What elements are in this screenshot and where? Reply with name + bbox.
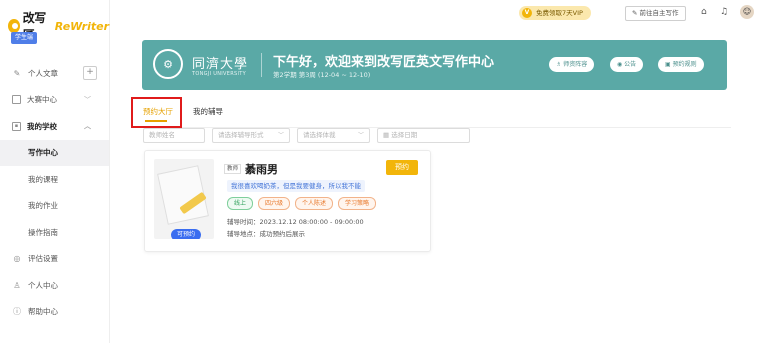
faculty-button[interactable]: ♗ 师资阵容	[549, 57, 595, 72]
trophy-icon	[12, 95, 21, 105]
sidebar-item-guide[interactable]: 操作指南	[0, 219, 109, 246]
sidebar-item-help[interactable]: ⓘ 帮助中心	[0, 299, 109, 326]
tutor-card-image: 可预约	[154, 159, 214, 239]
vip-button[interactable]: V 免费领取7天VIP	[519, 6, 591, 20]
pen-icon: ✎	[13, 68, 21, 78]
logo-icon	[8, 19, 20, 33]
settings-icon: ◎	[13, 254, 21, 264]
banner-divider	[261, 53, 262, 77]
logo-text-en: ReWriter	[54, 19, 109, 33]
sidebar-item-label: 我的课程	[28, 174, 58, 184]
tab-my-tutoring[interactable]: 我的辅导	[193, 106, 223, 117]
self-writing-label: 前往自主写作	[639, 9, 679, 17]
sidebar-item-my-homework[interactable]: 我的作业	[0, 193, 109, 220]
avatar[interactable]: ☺	[740, 5, 754, 19]
chevron-down-icon: ﹀	[357, 132, 364, 139]
announcement-button[interactable]: ◉ 公告	[610, 57, 644, 72]
sidebar-item-articles[interactable]: ✎ 个人文章 +	[0, 60, 109, 87]
sidebar-item-writing-center[interactable]: 写作中心	[0, 139, 109, 166]
sidebar-nav: ✎ 个人文章 + 大赛中心 ﹀ ▪ 我的学校 ︿ 写作中心 我的课程 我的作业 …	[0, 60, 109, 325]
booking-rules-button-label: 预约规则	[672, 61, 697, 68]
chevron-down-icon: ﹀	[277, 132, 284, 139]
chevron-up-icon: ︿	[84, 122, 91, 131]
teacher-label: 教师	[224, 164, 242, 174]
teacher-name-placeholder: 教师姓名	[149, 131, 175, 139]
bell-icon[interactable]: ♫	[720, 7, 728, 17]
sidebar-item-settings[interactable]: ◎ 评估设置	[0, 246, 109, 273]
tag-online: 线上	[227, 197, 254, 210]
tag-study-strategy: 学习策略	[338, 197, 377, 210]
booking-rules-button[interactable]: ▣ 预约规则	[658, 57, 704, 72]
date-picker[interactable]: ▦ 选择日期	[377, 128, 470, 143]
category-select[interactable]: 请选择体裁 ﹀	[297, 128, 370, 143]
sidebar-item-label: 评估设置	[28, 254, 58, 264]
home-icon[interactable]: ⌂	[701, 7, 707, 17]
calendar-icon: ▦	[383, 131, 392, 139]
sidebar-item-label: 帮助中心	[28, 307, 58, 317]
book-button[interactable]: 预约	[386, 160, 418, 175]
sidebar-item-label: 写作中心	[28, 148, 58, 158]
category-placeholder: 请选择体裁	[303, 131, 336, 139]
sidebar: 改写匠 ReWriter 学生端 ✎ 个人文章 + 大赛中心 ﹀ ▪ 我的学校 …	[0, 0, 110, 343]
sidebar-item-label: 个人文章	[28, 68, 58, 78]
add-article-button[interactable]: +	[83, 66, 97, 81]
teacher-name: 綦雨男	[245, 163, 278, 176]
chevron-down-icon: ﹀	[84, 95, 91, 104]
help-icon: ⓘ	[13, 307, 21, 317]
welcome-banner: ⚙ 同濟大學 TONGJI UNIVERSITY 下午好，欢迎来到改写匠英文写作…	[142, 40, 727, 90]
announcement-button-label: 公告	[624, 61, 637, 68]
faculty-button-label: 师资阵容	[563, 61, 588, 68]
date-placeholder: 选择日期	[391, 131, 418, 139]
university-name: 同濟大學	[192, 57, 249, 72]
tag-personal-statement: 个人陈述	[295, 197, 334, 210]
self-writing-button[interactable]: ✎ 前往自主写作	[625, 6, 686, 21]
tutoring-time-label: 辅导时间：	[227, 218, 260, 226]
greeting-text: 下午好，欢迎来到改写匠英文写作中心	[273, 55, 495, 70]
school-icon: ▪	[12, 121, 21, 131]
mode-select[interactable]: 请选择辅导形式 ﹀	[212, 128, 290, 143]
sidebar-item-school[interactable]: ▪ 我的学校 ︿	[0, 113, 109, 140]
sidebar-item-label: 大赛中心	[27, 95, 57, 105]
sidebar-item-label: 操作指南	[28, 227, 58, 237]
tutoring-place-label: 辅导地点：	[227, 230, 260, 238]
user-icon: ♙	[13, 280, 21, 290]
sidebar-item-profile[interactable]: ♙ 个人中心	[0, 272, 109, 299]
tutoring-place: 辅导地点：成功预约后展示	[227, 228, 305, 238]
teacher-name-input[interactable]: 教师姓名	[143, 128, 205, 143]
tutor-card[interactable]: 可预约 教师 綦雨男 预约 我很喜欢喝奶茶，但是我要健身，所以我不能 线上 四六…	[144, 150, 431, 252]
tutoring-place-value: 成功预约后展示	[259, 230, 306, 238]
university-name-en: TONGJI UNIVERSITY	[192, 71, 246, 77]
teacher-intro: 我很喜欢喝奶茶，但是我要健身，所以我不能	[227, 180, 365, 192]
sidebar-item-my-courses[interactable]: 我的课程	[0, 166, 109, 193]
sidebar-item-label: 我的学校	[27, 121, 57, 131]
vip-label: 免费领取7天VIP	[536, 9, 583, 17]
tutoring-time-value: 2023.12.12 08:00:00 - 09:00:00	[259, 218, 364, 226]
sidebar-item-label: 我的作业	[28, 201, 58, 211]
user-role-badge: 学生端	[11, 32, 38, 44]
pen-icon: ✎	[632, 9, 640, 17]
mode-placeholder: 请选择辅导形式	[218, 131, 264, 139]
available-badge: 可预约	[171, 229, 202, 239]
week-info: 第2学期 第3周 (12-04 ~ 12-10)	[273, 71, 371, 79]
sidebar-item-contest[interactable]: 大赛中心 ﹀	[0, 87, 109, 114]
tag-cet: 四六级	[258, 197, 291, 210]
university-seal-icon: ⚙	[153, 49, 183, 79]
calendar-icon: ▣	[665, 61, 673, 68]
tutoring-time: 辅导时间：2023.12.12 08:00:00 - 09:00:00	[227, 216, 364, 226]
highlight-box	[131, 97, 182, 128]
tag-list: 线上 四六级 个人陈述 学习策略	[227, 197, 377, 210]
vip-icon: V	[522, 8, 532, 18]
sidebar-item-label: 个人中心	[28, 280, 58, 290]
